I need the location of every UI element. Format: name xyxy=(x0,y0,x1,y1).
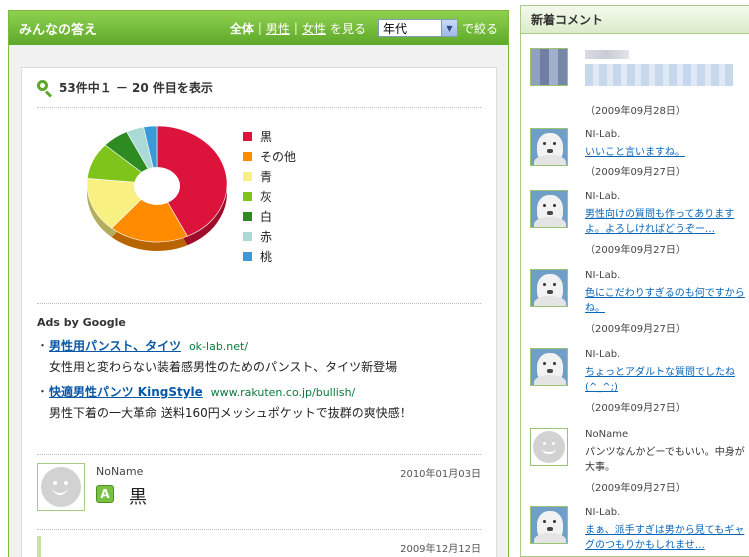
legend-swatch xyxy=(243,231,252,241)
filter-separator: | xyxy=(293,21,298,35)
comment-author: NI-Lab. xyxy=(585,349,621,360)
legend-label: 赤 xyxy=(260,229,273,244)
avatar[interactable] xyxy=(530,348,568,386)
legend-item: 灰 xyxy=(243,186,296,206)
ad-bullet: ・ xyxy=(37,339,48,352)
comment-author: NI-Lab. xyxy=(585,507,621,518)
filter-suffix: を見る xyxy=(329,21,366,36)
legend-item: 赤 xyxy=(243,226,296,246)
answer-accent-bar xyxy=(37,536,41,557)
ad-item: ・ 快適男性パンツ KingStyle www.rakuten.co.jp/bu… xyxy=(37,383,481,421)
answers-header: みんなの答え 全体 | 男性 | 女性 を見る 年代 ▼ で絞る xyxy=(9,11,508,45)
comment-text[interactable]: 色にこだわりすぎるのも何ですからね。 xyxy=(585,286,745,316)
legend-swatch xyxy=(243,251,252,261)
age-select-value: 年代 xyxy=(382,21,407,36)
filter-female-link[interactable]: 女性 xyxy=(302,20,326,37)
result-count-row: 53件中１ － 20 件目を表示 xyxy=(37,68,481,108)
comment-text[interactable]: ちょっとアダルトな質問でしたね(^_^;) xyxy=(585,365,745,395)
pie-chart xyxy=(86,125,228,251)
legend-swatch xyxy=(243,131,252,141)
ad-url[interactable]: ok-lab.net/ xyxy=(189,340,248,353)
comment-author: NI-Lab. xyxy=(585,191,621,202)
answers-panel: みんなの答え 全体 | 男性 | 女性 を見る 年代 ▼ で絞る 53件中１ －… xyxy=(8,10,509,557)
ads-block: Ads by Google ・ 男性用パンスト、タイツ ok-lab.net/ … xyxy=(37,304,481,455)
legend-label: 灰 xyxy=(260,189,273,204)
answer-badge-icon: A xyxy=(96,485,114,503)
avatar[interactable] xyxy=(37,463,85,511)
ad-url[interactable]: www.rakuten.co.jp/bullish/ xyxy=(211,386,356,399)
ads-title: Ads by Google xyxy=(37,316,126,329)
avatar[interactable] xyxy=(530,190,568,228)
legend-swatch xyxy=(243,191,252,201)
comment-date: （2009年09月28日） xyxy=(585,106,686,117)
ad-link[interactable]: 快適男性パンツ KingStyle xyxy=(49,385,203,399)
ad-description: 男性下着の一大革命 送料160円メッシュポケットで抜群の爽快感！ xyxy=(49,406,412,420)
comment-author-obscured xyxy=(585,50,629,59)
chevron-down-icon[interactable]: ▼ xyxy=(440,20,457,36)
comment-author: NI-Lab. xyxy=(585,270,621,281)
comment-text: パンツなんかどーでもいい。中身が大事。 xyxy=(585,447,745,473)
filter-separator: | xyxy=(257,21,262,35)
legend-label: 黒 xyxy=(260,129,273,144)
filter-bar: 全体 | 男性 | 女性 を見る 年代 ▼ で絞る xyxy=(230,19,498,37)
legend-swatch xyxy=(243,211,252,221)
result-count: 53件中１ － 20 件目を表示 xyxy=(59,81,213,95)
answer-author: NoName xyxy=(96,465,144,478)
comment-date: （2009年09月27日） xyxy=(585,483,686,494)
comment-date: （2009年09月27日） xyxy=(585,324,686,335)
pie-hole xyxy=(134,167,180,205)
answer-chart: 黒その他青灰白赤桃 xyxy=(37,108,481,304)
comment-text-obscured[interactable] xyxy=(585,64,733,86)
ad-item: ・ 男性用パンスト、タイツ ok-lab.net/ 女性用と変わらない装着感男性… xyxy=(37,337,481,375)
legend-item: 青 xyxy=(243,166,296,186)
default-face-icon xyxy=(533,431,565,463)
recent-comments-header: 新着コメント xyxy=(521,6,749,34)
comment-author: NoName xyxy=(585,429,629,440)
answer-date: 2009年12月12日 xyxy=(400,544,481,555)
avatar[interactable] xyxy=(530,48,568,86)
legend-label: 桃 xyxy=(260,249,273,264)
comment-text[interactable]: まぁ、派手すぎは男から見てもギャグのつもりかもしれませ… xyxy=(585,523,745,553)
filter-male-link[interactable]: 男性 xyxy=(266,20,290,37)
avatar[interactable] xyxy=(530,128,568,166)
legend-item: 桃 xyxy=(243,246,296,266)
search-icon xyxy=(37,79,53,98)
age-select[interactable]: 年代 ▼ xyxy=(377,19,458,37)
chart-legend: 黒その他青灰白赤桃 xyxy=(243,126,296,266)
answers-content: 53件中１ － 20 件目を表示 黒その他青灰白赤桃 Ads by Google… xyxy=(21,67,497,557)
recent-comments-panel: 新着コメント （2009年09月28日） NI-Lab. いいこと言いますね。 … xyxy=(520,5,749,557)
legend-swatch xyxy=(243,171,252,181)
comment-author: NI-Lab. xyxy=(585,129,621,140)
comment-text[interactable]: 男性向けの質問も作ってありますよ。よろしければどうぞー… xyxy=(585,207,745,237)
avatar[interactable] xyxy=(530,506,568,544)
answers-title: みんなの答え xyxy=(19,22,98,38)
answer-date: 2010年01月03日 xyxy=(400,469,481,480)
filter-all[interactable]: 全体 xyxy=(230,20,254,37)
legend-label: 青 xyxy=(260,169,273,184)
comment-text[interactable]: いいこと言いますね。 xyxy=(585,145,745,160)
comment-date: （2009年09月27日） xyxy=(585,403,686,414)
legend-label: その他 xyxy=(260,149,297,164)
comment-date: （2009年09月27日） xyxy=(585,167,686,178)
legend-item: 黒 xyxy=(243,126,296,146)
ad-bullet: ・ xyxy=(37,385,48,398)
legend-label: 白 xyxy=(260,209,273,224)
answer-text: 黒 xyxy=(129,487,147,508)
narrow-label: で絞る xyxy=(461,21,498,36)
comment-date: （2009年09月27日） xyxy=(585,245,686,256)
avatar[interactable] xyxy=(530,428,568,466)
answer-item: NoName 2010年01月03日 A 黒 xyxy=(37,455,481,530)
legend-item: その他 xyxy=(243,146,296,166)
ad-link[interactable]: 男性用パンスト、タイツ xyxy=(49,339,181,353)
ad-description: 女性用と変わらない装着感男性のためのパンスト、タイツ新登場 xyxy=(49,360,398,374)
default-face-icon xyxy=(41,467,81,507)
avatar[interactable] xyxy=(530,269,568,307)
legend-item: 白 xyxy=(243,206,296,226)
answer-item: 2009年12月12日 xyxy=(37,530,481,557)
legend-swatch xyxy=(243,151,252,161)
recent-comments-title: 新着コメント xyxy=(531,13,604,27)
